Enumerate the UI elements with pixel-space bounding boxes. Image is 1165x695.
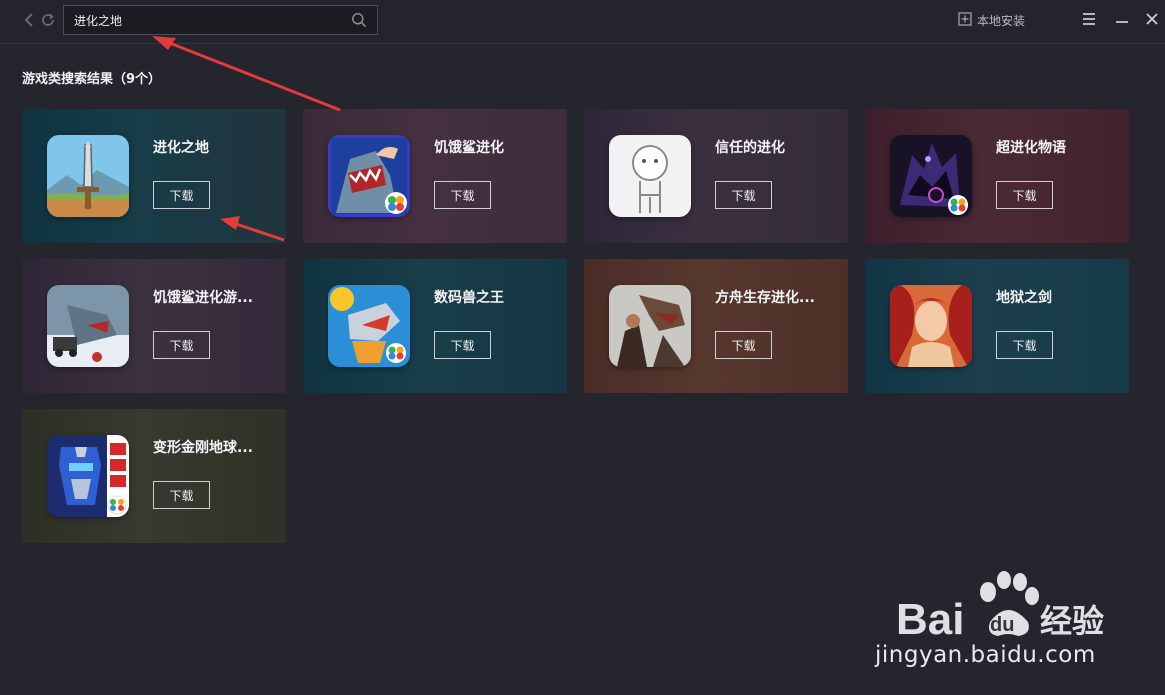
search-input[interactable] (74, 6, 344, 34)
game-icon[interactable] (47, 135, 129, 217)
game-name[interactable]: 饥饿鲨进化 (434, 137, 504, 157)
local-install-button[interactable]: 本地安装 (958, 11, 1025, 29)
download-button[interactable]: 下载 (996, 181, 1053, 209)
results-title: 游戏类搜索结果（9个） (22, 72, 162, 87)
download-button[interactable]: 下载 (153, 331, 210, 359)
svg-text:Bai: Bai (896, 595, 964, 644)
game-icon[interactable] (890, 285, 972, 367)
back-arrow-icon[interactable] (20, 11, 38, 29)
svg-text:du: du (990, 614, 1014, 636)
minimize-icon[interactable] (1113, 10, 1131, 28)
download-button[interactable]: 下载 (153, 481, 210, 509)
game-name[interactable]: 饥饿鲨进化游... (153, 287, 253, 307)
game-name[interactable]: 数码兽之王 (434, 287, 504, 307)
game-card-7[interactable]: 方舟生存进化... 下载 (584, 259, 848, 393)
app-window: 本地安装 游戏类搜索结果（9个） (0, 0, 1165, 695)
watermark-url: jingyan.baidu.com (875, 642, 1096, 668)
download-button[interactable]: 下载 (715, 331, 772, 359)
menu-icon[interactable] (1080, 10, 1098, 28)
download-button[interactable]: 下载 (996, 331, 1053, 359)
game-card-9[interactable]: 变形金刚地球... 下载 (22, 409, 286, 543)
annotation-arrow-search (152, 36, 341, 112)
download-button[interactable]: 下载 (153, 181, 210, 209)
game-card-2[interactable]: 饥饿鲨进化 下载 (303, 109, 567, 243)
game-card-1[interactable]: 进化之地 下载 (22, 109, 286, 243)
top-bar: 本地安装 (0, 0, 1165, 44)
game-card-3[interactable]: 信任的进化 下载 (584, 109, 848, 243)
game-icon[interactable] (328, 285, 410, 367)
game-name[interactable]: 变形金刚地球... (153, 437, 253, 457)
game-icon[interactable] (328, 135, 410, 217)
game-name[interactable]: 地狱之剑 (996, 287, 1052, 307)
baidu-watermark-brand: Bai du 经验 (896, 595, 1104, 644)
game-icon[interactable] (890, 135, 972, 217)
game-name[interactable]: 超进化物语 (996, 137, 1066, 157)
game-icon[interactable] (609, 285, 691, 367)
search-icon[interactable] (351, 12, 367, 28)
game-icon[interactable] (609, 135, 691, 217)
download-button[interactable]: 下载 (434, 331, 491, 359)
game-name[interactable]: 信任的进化 (715, 137, 785, 157)
close-icon[interactable] (1143, 10, 1161, 28)
refresh-icon[interactable] (39, 11, 57, 29)
download-button[interactable]: 下载 (434, 181, 491, 209)
local-install-label: 本地安装 (977, 13, 1026, 28)
search-box[interactable] (63, 5, 378, 35)
game-card-8[interactable]: 地狱之剑 下载 (865, 259, 1129, 393)
game-card-6[interactable]: 数码兽之王 下载 (303, 259, 567, 393)
game-card-5[interactable]: 饥饿鲨进化游... 下载 (22, 259, 286, 393)
download-button[interactable]: 下载 (715, 181, 772, 209)
game-name[interactable]: 进化之地 (153, 137, 209, 157)
svg-text:经验: 经验 (1040, 603, 1104, 639)
game-icon[interactable] (47, 285, 129, 367)
install-icon (958, 11, 972, 29)
game-name[interactable]: 方舟生存进化... (715, 287, 815, 307)
game-grid: 进化之地 下载 饥饿鲨进化 下载 信任的进化 下载 超进化物语 下载 饥饿鲨进化… (22, 109, 1132, 549)
game-card-4[interactable]: 超进化物语 下载 (865, 109, 1129, 243)
game-icon[interactable] (47, 435, 129, 517)
